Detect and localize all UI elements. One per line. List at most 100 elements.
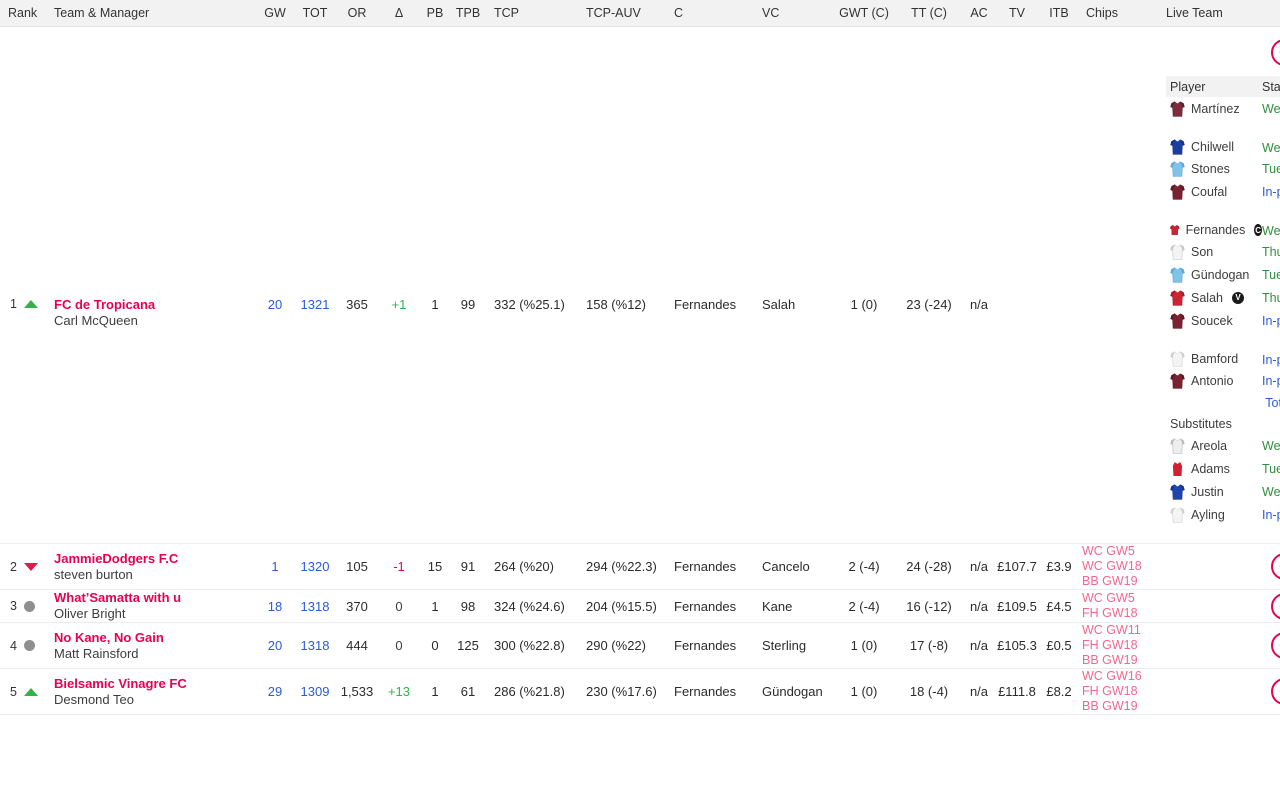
- table-row[interactable]: 4No Kane, No GainMatt Rainsford201318444…: [0, 623, 1280, 669]
- column-header-pb[interactable]: PB: [420, 6, 450, 20]
- chips-cell: [1078, 27, 1158, 297]
- total-captain-points-cell: 300 (%22.8): [486, 638, 578, 653]
- column-header-or[interactable]: OR: [336, 6, 378, 20]
- table-row[interactable]: 3What’Samatta with uOliver Bright1813183…: [0, 590, 1280, 623]
- table-row[interactable]: 2JammieDodgers F.Csteven burton11320105-…: [0, 544, 1280, 590]
- points-bench-cell: 1: [420, 684, 450, 699]
- column-header-gwtc[interactable]: GWT (C): [834, 6, 894, 20]
- gw-points-cell[interactable]: 20: [256, 638, 294, 653]
- live-player-row[interactable]: SoucekIn-play 5314: [1166, 309, 1280, 332]
- team-name-link[interactable]: Bielsamic Vinagre FC: [54, 676, 256, 692]
- column-header-team[interactable]: Team & Manager: [46, 6, 256, 20]
- live-player-row[interactable]: BamfordIn-play 501: [1166, 332, 1280, 369]
- total-points-cell[interactable]: 1309: [294, 684, 336, 699]
- gw-points-cell[interactable]: 29: [256, 684, 294, 699]
- total-points-cell[interactable]: 1320: [294, 559, 336, 574]
- manager-name: Desmond Teo: [54, 692, 256, 708]
- live-player-status: Thu 21:00: [1262, 245, 1280, 259]
- column-header-tot[interactable]: TOT: [294, 6, 336, 20]
- overall-rank-cell: 370: [336, 599, 378, 614]
- total-points-bench-cell: 99: [450, 27, 486, 312]
- points-bench-cell: 1: [420, 27, 450, 312]
- live-player-name: Gündogan: [1191, 268, 1249, 282]
- live-player-row[interactable]: StonesTue 21:150: [1166, 157, 1280, 180]
- table-row[interactable]: 5 Bielsamic Vinagre FCDesmond Teo2913091,…: [0, 669, 1280, 715]
- team-manager-cell: FC de TropicanaCarl McQueen: [46, 27, 256, 329]
- live-player-row[interactable]: SalahVThu 21:000: [1166, 286, 1280, 309]
- live-player-status: Wed 21:15: [1262, 224, 1280, 238]
- column-header-tpb[interactable]: TPB: [450, 6, 486, 20]
- live-player-row[interactable]: CoufalIn-play 531: [1166, 180, 1280, 203]
- total-points-bench-cell: 98: [450, 599, 486, 614]
- column-header-delta[interactable]: Δ: [378, 6, 420, 20]
- tcp-auv-cell: 294 (%22.3): [578, 559, 666, 574]
- live-player-row[interactable]: GündoganTue 21:150: [1166, 263, 1280, 286]
- live-player-name-cell: Soucek: [1166, 313, 1262, 329]
- column-header-chips[interactable]: Chips: [1078, 6, 1158, 20]
- vice-captain-cell: Gündogan: [754, 684, 834, 699]
- overall-rank-cell: 1,533: [336, 684, 378, 699]
- total-points-cell[interactable]: 1321: [294, 27, 336, 312]
- expand-live-team-button[interactable]: +: [1271, 678, 1280, 705]
- live-player-row[interactable]: ChilwellWed 19:000: [1166, 120, 1280, 157]
- team-name-link[interactable]: FC de Tropicana: [54, 297, 256, 313]
- team-name-link[interactable]: No Kane, No Gain: [54, 630, 256, 646]
- manager-name: Oliver Bright: [54, 606, 256, 622]
- shirt-icon: [1170, 222, 1180, 238]
- captain-cell: Fernandes: [666, 27, 754, 312]
- column-header-live-team[interactable]: Live Team: [1158, 6, 1280, 20]
- team-name-link[interactable]: What’Samatta with u: [54, 590, 256, 606]
- team-manager-cell: JammieDodgers F.Csteven burton: [46, 551, 256, 583]
- live-player-status: Wed 20:30: [1262, 439, 1280, 453]
- live-player-row[interactable]: SonThu 21:000: [1166, 240, 1280, 263]
- shirt-icon: [1170, 461, 1185, 477]
- live-substitute-row[interactable]: JustinWed 21:150: [1166, 480, 1280, 503]
- live-team-cell: +: [1158, 553, 1280, 580]
- chip-entry: FH GW18: [1082, 638, 1158, 653]
- overall-rank-cell: 444: [336, 638, 378, 653]
- live-team-cell: +: [1158, 632, 1280, 659]
- live-player-name-cell: Ayling: [1166, 507, 1262, 523]
- overall-rank-cell: 105: [336, 559, 378, 574]
- auto-captain-cell: n/a: [964, 599, 994, 614]
- expand-live-team-button[interactable]: +: [1271, 593, 1280, 620]
- live-substitute-row[interactable]: AdamsTue 21:150: [1166, 457, 1280, 480]
- gw-points-cell[interactable]: 18: [256, 599, 294, 614]
- table-row[interactable]: 1FC de TropicanaCarl McQueen201321365+11…: [0, 27, 1280, 544]
- live-substitute-row[interactable]: AreolaWed 20:300: [1166, 434, 1280, 457]
- gw-points-cell[interactable]: 1: [256, 559, 294, 574]
- auto-captain-cell: n/a: [964, 27, 994, 312]
- column-header-c[interactable]: C: [666, 6, 754, 20]
- total-points-cell[interactable]: 1318: [294, 638, 336, 653]
- expand-live-team-button[interactable]: +: [1271, 553, 1280, 580]
- column-header-itb[interactable]: ITB: [1040, 6, 1078, 20]
- chip-entry: BB GW19: [1082, 574, 1158, 589]
- chip-entry: WC GW11: [1082, 623, 1158, 638]
- live-player-name: Martínez: [1191, 102, 1240, 116]
- live-player-row[interactable]: FernandesCWed 21:150: [1166, 203, 1280, 240]
- rank-number: 5: [10, 685, 17, 699]
- gw-points-cell[interactable]: 20: [256, 27, 294, 312]
- column-header-rank[interactable]: Rank: [0, 6, 46, 20]
- total-points-cell[interactable]: 1318: [294, 599, 336, 614]
- column-header-tcpauv[interactable]: TCP-AUV: [578, 6, 666, 20]
- column-header-ac[interactable]: AC: [964, 6, 994, 20]
- column-header-gw[interactable]: GW: [256, 6, 294, 20]
- chip-entry: WC GW5: [1082, 591, 1158, 606]
- team-name-link[interactable]: JammieDodgers F.C: [54, 551, 256, 567]
- live-team-cell: +: [1158, 593, 1280, 620]
- expand-live-team-button[interactable]: +: [1271, 632, 1280, 659]
- column-header-tcp[interactable]: TCP: [486, 6, 578, 20]
- rank-cell: 5: [0, 685, 46, 699]
- column-header-tv[interactable]: TV: [994, 6, 1040, 20]
- chips-cell: WC GW5WC GW18BB GW19: [1078, 544, 1158, 589]
- live-player-row[interactable]: MartínezWed 19:000: [1166, 97, 1280, 120]
- column-header-ttc[interactable]: TT (C): [894, 6, 964, 20]
- collapse-live-team-button[interactable]: −: [1271, 39, 1280, 66]
- column-header-vc[interactable]: VC: [754, 6, 834, 20]
- live-player-name-cell: Martínez: [1166, 101, 1262, 117]
- team-value-cell: £109.5: [994, 599, 1040, 614]
- rank-delta-cell: -1: [378, 559, 420, 574]
- live-substitute-row[interactable]: AylingIn-play 501: [1166, 503, 1280, 526]
- live-player-row[interactable]: AntonioIn-play 534: [1166, 369, 1280, 392]
